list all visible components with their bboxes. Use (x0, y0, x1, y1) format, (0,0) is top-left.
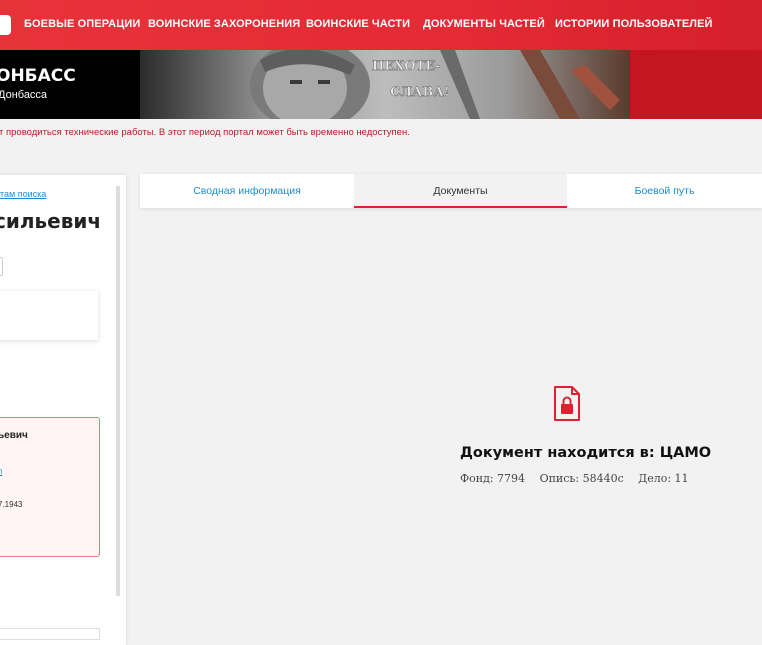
tab-combat-path[interactable]: Боевой путь (567, 174, 762, 208)
opis-number: Опись: 58440с (539, 472, 624, 485)
monument-text-line-2: СЛАВА! (390, 85, 450, 100)
small-button[interactable] (0, 257, 3, 276)
document-location: Документ находится в: ЦАМО (460, 445, 712, 461)
banner: ПЕХОТЕ- СЛАВА! ОНБАСС Донбасса (0, 50, 762, 119)
document-archive-details: Фонд: 7794 Опись: 58440с Дело: 11 (460, 472, 700, 485)
nav-item-military-units[interactable]: ВОИНСКИЕ ЧАСТИ (306, 18, 410, 30)
locked-document-icon (554, 386, 580, 421)
record-card-link[interactable]: п (0, 467, 2, 476)
info-card (0, 291, 98, 340)
content-tabs: Сводная информация Документы Боевой путь (140, 174, 762, 208)
record-card-date: 7.1943 (0, 500, 23, 509)
site-subtitle: Донбасса (0, 89, 48, 101)
tab-documents[interactable]: Документы (354, 174, 567, 208)
tab-summary[interactable]: Сводная информация (140, 174, 354, 208)
record-card-name: ьевич (0, 430, 28, 441)
left-sidebar-panel (0, 175, 126, 645)
monument-image: ПЕХОТЕ- СЛАВА! (140, 50, 630, 119)
person-name: сильевич (0, 209, 102, 233)
top-navigation: БОЕВЫЕ ОПЕРАЦИИ ВОИНСКИЕ ЗАХОРОНЕНИЯ ВОИ… (0, 0, 762, 50)
sidebar-scrollbar[interactable] (116, 186, 120, 596)
nav-item-user-stories[interactable]: ИСТОРИИ ПОЛЬЗОВАТЕЛЕЙ (555, 18, 713, 30)
monument-text-line-1: ПЕХОТЕ- (372, 59, 441, 74)
nav-item-unit-documents[interactable]: ДОКУМЕНТЫ ЧАСТЕЙ (423, 18, 545, 30)
nav-logo-pill[interactable] (0, 15, 11, 35)
nav-item-combat-operations[interactable]: БОЕВЫЕ ОПЕРАЦИИ (24, 18, 140, 30)
fond-number: Фонд: 7794 (460, 472, 526, 485)
next-card (0, 628, 100, 640)
site-title: ОНБАСС (0, 66, 76, 86)
back-to-search-results-link[interactable]: там поиска (0, 189, 46, 199)
maintenance-notice: т проводиться технические работы. В этот… (0, 127, 410, 138)
nav-item-military-burials[interactable]: ВОИНСКИЕ ЗАХОРОНЕНИЯ (148, 18, 300, 30)
delo-number: Дело: 11 (638, 472, 689, 485)
